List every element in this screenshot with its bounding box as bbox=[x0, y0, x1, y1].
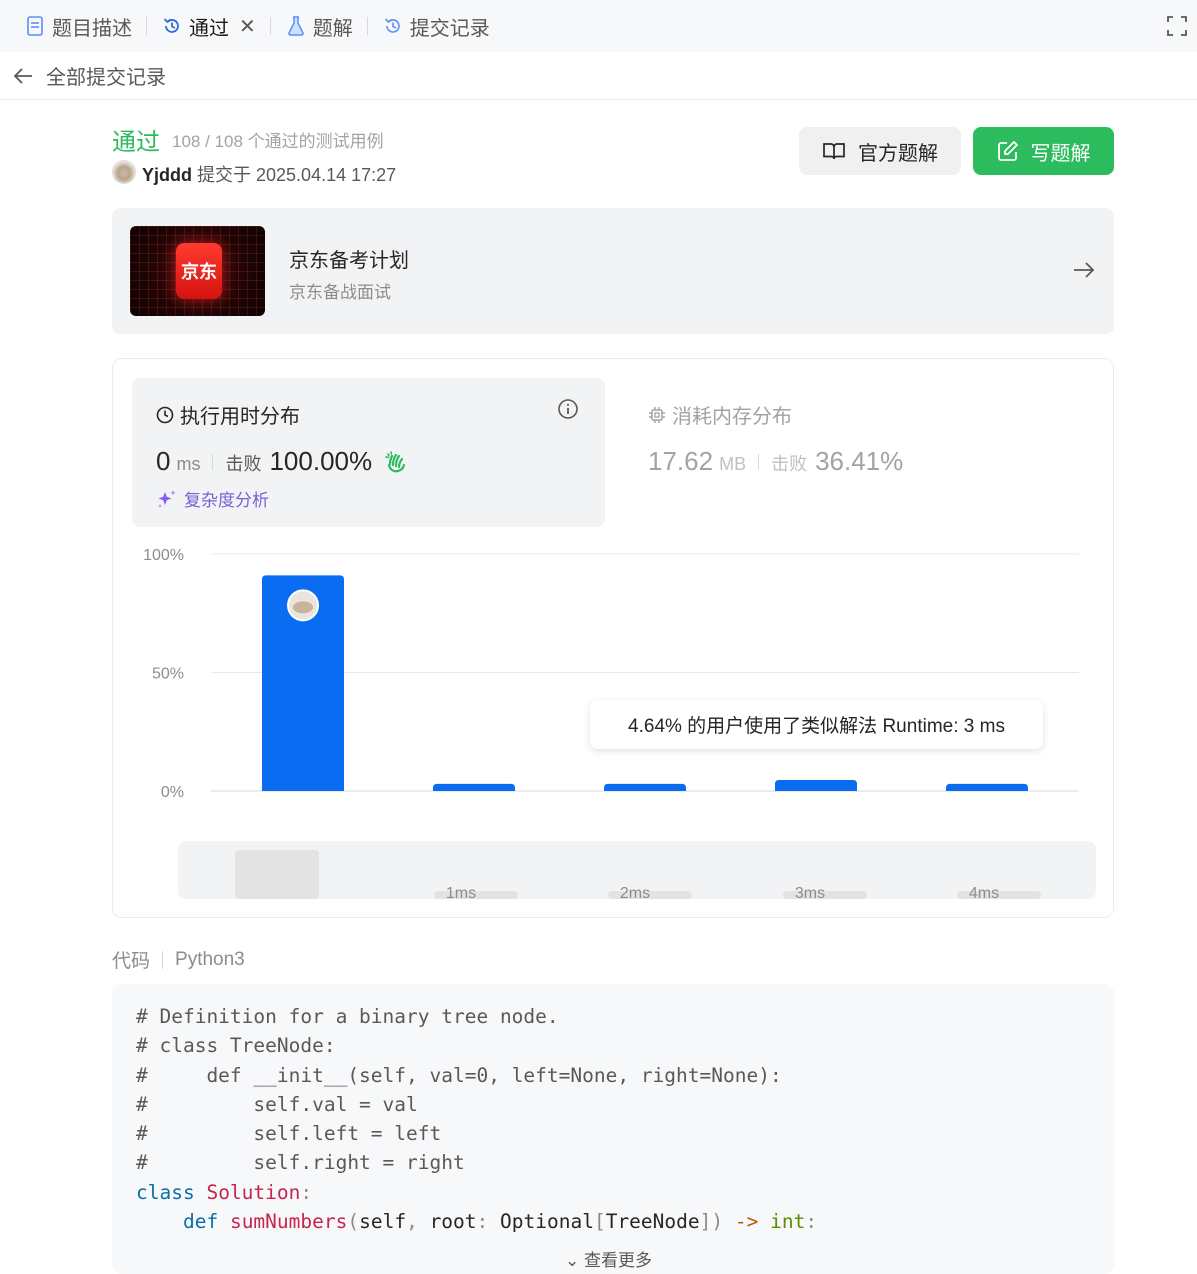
code-line: # self.right = right bbox=[136, 1151, 465, 1175]
write-solution-button[interactable]: 写题解 bbox=[973, 127, 1114, 175]
tab-divider bbox=[269, 17, 271, 35]
code-line: class Solution: bbox=[136, 1180, 313, 1204]
edit-icon bbox=[997, 140, 1018, 161]
flask-icon bbox=[285, 15, 307, 37]
clap-icon bbox=[385, 450, 406, 472]
memory-value: 17.62 bbox=[648, 446, 714, 476]
tab-divider bbox=[366, 17, 368, 35]
official-solution-button[interactable]: 官方题解 bbox=[799, 127, 961, 175]
jd-logo: 京东 bbox=[176, 243, 222, 299]
arrow-right-icon[interactable] bbox=[1072, 258, 1096, 282]
code-line: # self.left = left bbox=[136, 1122, 442, 1146]
official-solution-label: 官方题解 bbox=[858, 142, 938, 165]
tab-solutions-label: 题解 bbox=[312, 17, 353, 40]
chart-bar bbox=[433, 783, 515, 791]
document-icon bbox=[24, 15, 46, 37]
brush-tick-label: 4ms bbox=[969, 885, 999, 899]
runtime-beat-value: 100.00% bbox=[269, 446, 373, 476]
write-solution-label: 写题解 bbox=[1030, 142, 1091, 165]
runtime-panel[interactable]: 执行用时分布 0 ms 击败 100.00% 复杂度分析 bbox=[132, 378, 605, 527]
memory-values: 17.62 MB 击败 36.41% bbox=[648, 446, 909, 477]
tab-description-label: 题目描述 bbox=[52, 17, 132, 40]
brush-tick-label: 2ms bbox=[620, 885, 650, 899]
history-icon bbox=[161, 15, 183, 37]
memory-beat-label: 击败 bbox=[771, 454, 808, 474]
y-tick-label: 0% bbox=[161, 784, 184, 799]
y-tick-label: 50% bbox=[152, 666, 184, 683]
tab-description[interactable]: 题目描述 bbox=[18, 0, 138, 52]
brush-tick-label: 1ms bbox=[446, 885, 476, 899]
banner-image: 京东 bbox=[130, 226, 265, 316]
runtime-value: 0 bbox=[156, 446, 171, 476]
banner-title: 京东备考计划 bbox=[289, 250, 409, 272]
tab-solutions[interactable]: 题解 bbox=[279, 0, 359, 52]
code-line: # class TreeNode: bbox=[136, 1034, 336, 1058]
avatar-detail bbox=[293, 601, 313, 614]
fullscreen-icon[interactable] bbox=[1167, 16, 1187, 36]
runtime-values: 0 ms 击败 100.00% bbox=[156, 446, 408, 477]
runtime-beat-label: 击败 bbox=[225, 454, 262, 474]
y-tick-label: 100% bbox=[143, 547, 184, 564]
info-icon[interactable] bbox=[557, 398, 579, 420]
submitted-time: 提交于 2025.04.14 17:27 bbox=[197, 165, 397, 185]
chart-bar bbox=[946, 783, 1028, 791]
runtime-title: 执行用时分布 bbox=[156, 400, 300, 429]
code-line: # Definition for a binary tree node. bbox=[136, 1005, 559, 1028]
code-line: def sumNumbers(self, root: Optional[Tree… bbox=[182, 1210, 818, 1234]
banner-subtitle: 京东备战面试 bbox=[289, 283, 391, 302]
runtime-unit: ms bbox=[176, 454, 201, 474]
close-icon[interactable]: ✕ bbox=[239, 14, 256, 39]
submitter-info: Yjddd 提交于 2025.04.14 17:27 bbox=[142, 161, 396, 187]
code-line: # self.val = val bbox=[136, 1092, 418, 1116]
code-block[interactable]: # Definition for a binary tree node. # cl… bbox=[112, 984, 1114, 1274]
status-label: 通过 bbox=[112, 129, 160, 156]
tab-divider bbox=[146, 17, 147, 35]
brush-bar bbox=[235, 849, 319, 899]
tab-accepted[interactable]: 通过 ✕ bbox=[155, 0, 262, 52]
clock-icon bbox=[156, 406, 174, 423]
performance-card: 执行用时分布 0 ms 击败 100.00% 复杂度分析 消耗内存分布 17.6… bbox=[112, 358, 1114, 918]
memory-beat-value: 36.41% bbox=[815, 446, 904, 476]
avatar[interactable] bbox=[112, 160, 136, 184]
tab-submissions-label: 提交记录 bbox=[409, 17, 490, 40]
code-label: 代码 bbox=[112, 951, 151, 972]
chart-bar bbox=[775, 780, 857, 791]
chart-bar bbox=[604, 783, 686, 791]
arrow-left-icon[interactable] bbox=[12, 65, 34, 87]
chip-icon bbox=[649, 406, 665, 423]
runtime-distribution-chart[interactable]: 0%50%100%1ms2ms3ms4ms bbox=[113, 539, 1113, 799]
tab-submissions[interactable]: 提交记录 bbox=[376, 0, 496, 52]
code-line: # def __init__(self, val=0, left=None, r… bbox=[136, 1063, 782, 1087]
show-more-button[interactable]: ⌄ 查看更多 bbox=[565, 1246, 652, 1271]
code-language: Python3 bbox=[175, 948, 245, 970]
brush-tick-label: 3ms bbox=[795, 885, 825, 899]
chart-range-brush[interactable]: 1ms 2ms 3ms 4ms bbox=[178, 841, 1096, 899]
book-icon bbox=[823, 143, 845, 160]
memory-title[interactable]: 消耗内存分布 bbox=[648, 400, 792, 429]
tab-accepted-label: 通过 bbox=[189, 17, 229, 40]
username[interactable]: Yjddd bbox=[142, 165, 192, 185]
brush-preview[interactable]: 1ms 2ms 3ms 4ms bbox=[178, 841, 1096, 899]
complexity-analysis-link[interactable]: 复杂度分析 bbox=[156, 486, 269, 511]
sparkle-icon bbox=[158, 489, 176, 508]
tab-bar: 题目描述 通过 ✕ 题解 提交记录 bbox=[0, 0, 1197, 52]
memory-unit: MB bbox=[719, 454, 747, 474]
back-bar[interactable]: 全部提交记录 bbox=[0, 52, 1197, 100]
chart-tooltip: 4.64% 的用户使用了类似解法 Runtime: 3 ms bbox=[590, 700, 1043, 749]
study-plan-banner[interactable]: 京东 京东备考计划 京东备战面试 bbox=[112, 208, 1114, 334]
code-header: 代码 Python3 bbox=[112, 946, 245, 973]
history-icon bbox=[382, 15, 404, 37]
back-label[interactable]: 全部提交记录 bbox=[46, 61, 166, 90]
testcase-count: 108 / 108 个通过的测试用例 bbox=[172, 132, 384, 151]
